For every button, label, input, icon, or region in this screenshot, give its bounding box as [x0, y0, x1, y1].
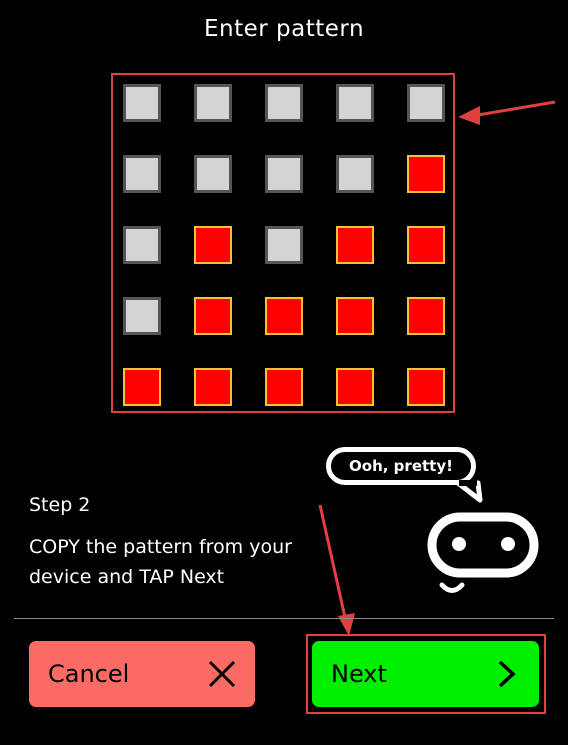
next-button[interactable]: Next — [312, 641, 539, 707]
instruction-line-2: device and TAP Next — [29, 566, 225, 588]
next-button-label: Next — [331, 660, 387, 688]
instruction-line-1: COPY the pattern from your — [29, 536, 292, 558]
divider — [14, 618, 554, 619]
chevron-right-icon — [498, 660, 516, 688]
cancel-button[interactable]: Cancel — [29, 641, 255, 707]
cancel-button-label: Cancel — [48, 660, 130, 688]
step-title: Step 2 — [29, 494, 91, 516]
step-instructions: COPY the pattern from your device and TA… — [29, 532, 329, 592]
close-icon — [208, 660, 236, 688]
